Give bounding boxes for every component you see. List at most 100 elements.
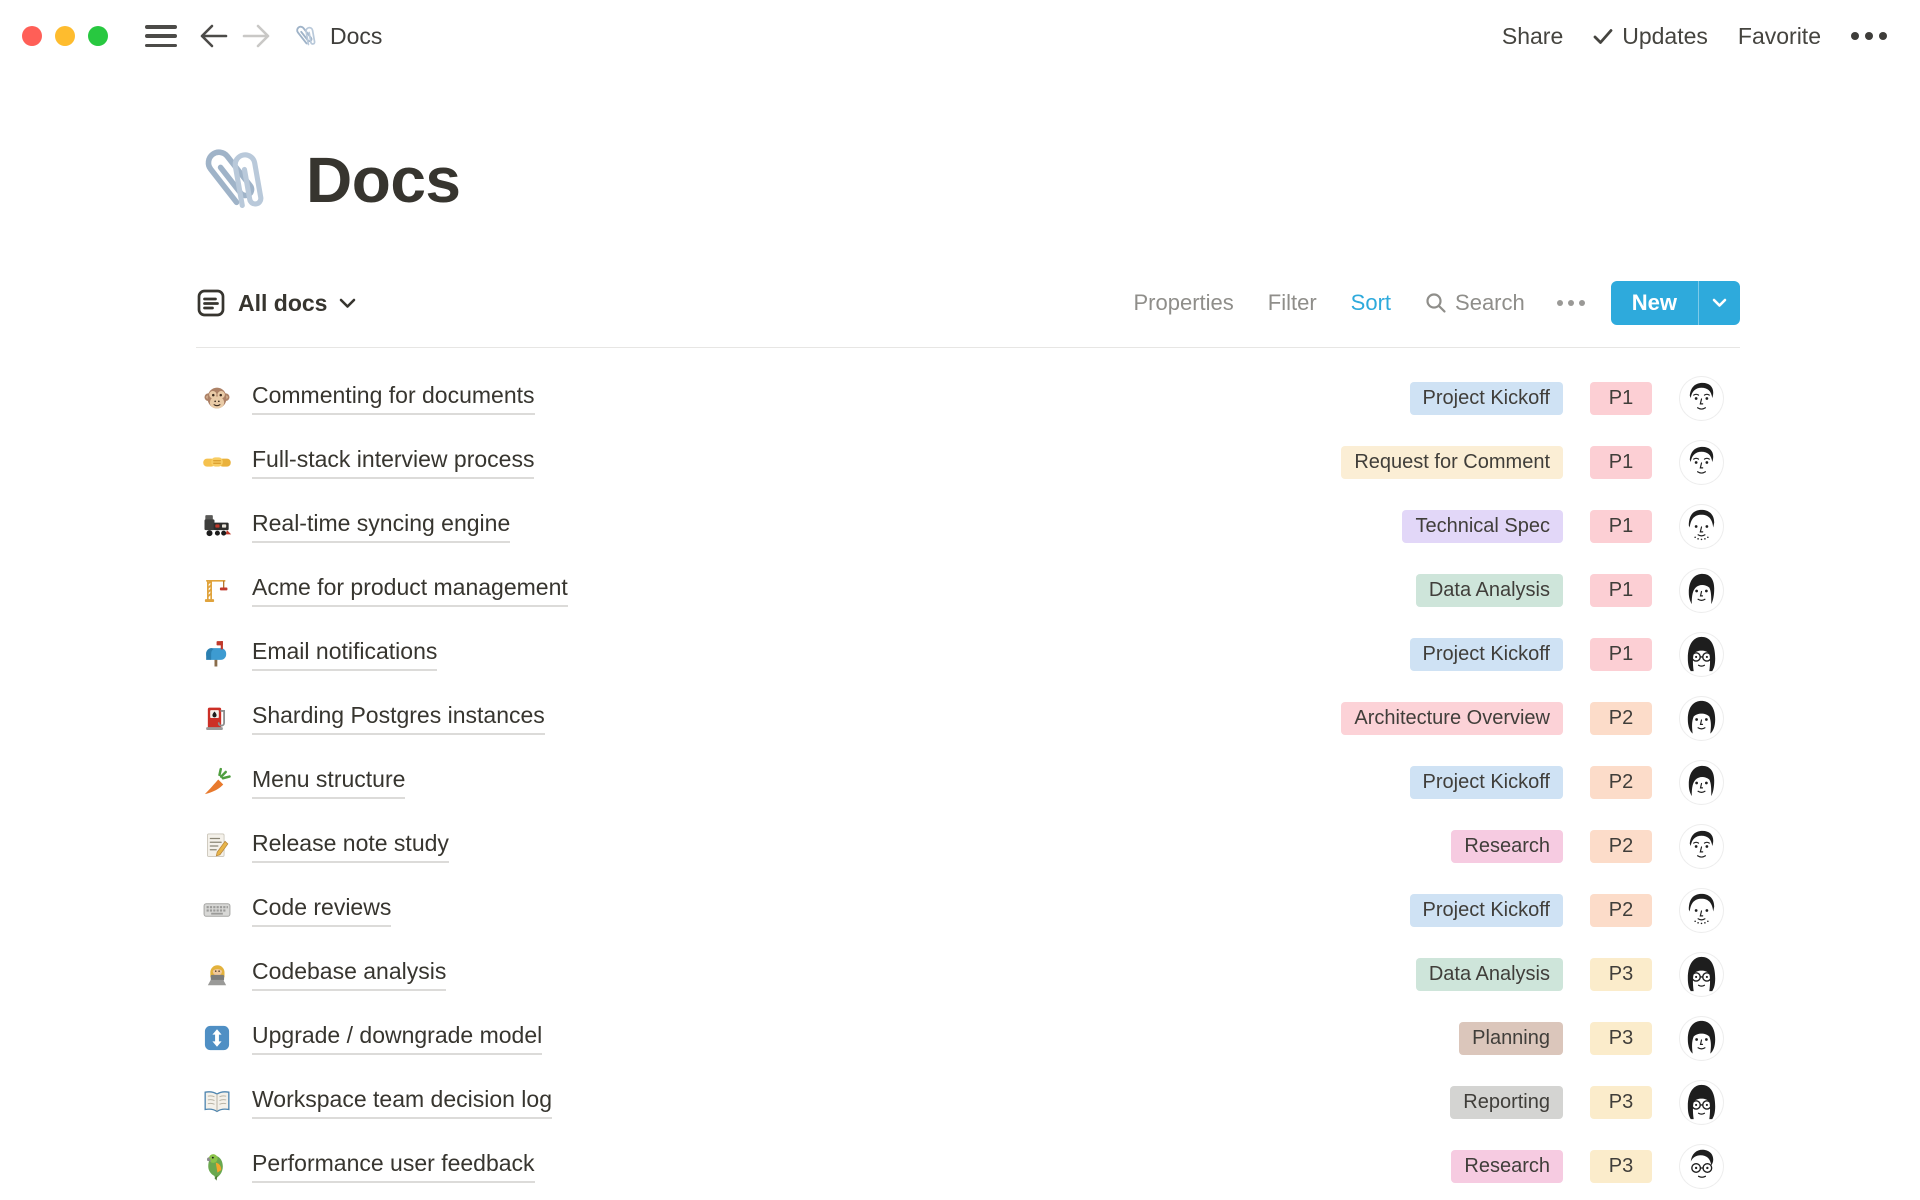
search-button[interactable]: Search bbox=[1425, 290, 1525, 316]
doc-title-link[interactable]: Release note study bbox=[252, 830, 449, 863]
updates-button[interactable]: Updates bbox=[1593, 23, 1708, 50]
doc-type-tag[interactable]: Research bbox=[1451, 830, 1563, 863]
traffic-light-close[interactable] bbox=[22, 26, 42, 46]
mailbox-icon bbox=[202, 639, 236, 669]
hamburger-menu-icon[interactable] bbox=[145, 25, 177, 47]
doc-type-tag[interactable]: Data Analysis bbox=[1416, 574, 1563, 607]
priority-badge[interactable]: P3 bbox=[1590, 958, 1652, 991]
up-down-arrow-icon bbox=[202, 1023, 236, 1053]
priority-badge[interactable]: P3 bbox=[1590, 1086, 1652, 1119]
priority-badge[interactable]: P1 bbox=[1590, 382, 1652, 415]
carrot-icon bbox=[202, 767, 236, 797]
open-book-icon bbox=[202, 1087, 236, 1117]
doc-title-link[interactable]: Commenting for documents bbox=[252, 382, 535, 415]
share-button[interactable]: Share bbox=[1502, 23, 1563, 50]
doc-title-link[interactable]: Full-stack interview process bbox=[252, 446, 534, 479]
table-row: Email notifications Project Kickoff P1 bbox=[196, 622, 1740, 686]
doc-title-link[interactable]: Code reviews bbox=[252, 894, 391, 927]
assignee-avatar[interactable] bbox=[1680, 697, 1723, 740]
table-row: Workspace team decision log Reporting P3 bbox=[196, 1070, 1740, 1134]
doc-type-tag[interactable]: Planning bbox=[1459, 1022, 1563, 1055]
assignee-avatar[interactable] bbox=[1680, 1081, 1723, 1124]
assignee-avatar[interactable] bbox=[1680, 889, 1723, 932]
favorite-button[interactable]: Favorite bbox=[1738, 23, 1821, 50]
doc-title-link[interactable]: Workspace team decision log bbox=[252, 1086, 552, 1119]
priority-badge[interactable]: P1 bbox=[1590, 638, 1652, 671]
back-arrow-icon[interactable] bbox=[197, 19, 231, 53]
assignee-avatar[interactable] bbox=[1680, 633, 1723, 676]
doc-type-tag[interactable]: Project Kickoff bbox=[1410, 382, 1563, 415]
view-label: All docs bbox=[238, 290, 327, 317]
doc-title-link[interactable]: Sharding Postgres instances bbox=[252, 702, 545, 735]
table-row: Menu structure Project Kickoff P2 bbox=[196, 750, 1740, 814]
doc-type-tag[interactable]: Reporting bbox=[1450, 1086, 1563, 1119]
doc-type-tag[interactable]: Technical Spec bbox=[1402, 510, 1563, 543]
forward-arrow-icon[interactable] bbox=[239, 19, 273, 53]
table-row: Release note study Research P2 bbox=[196, 814, 1740, 878]
table-row: Code reviews Project Kickoff P2 bbox=[196, 878, 1740, 942]
new-button[interactable]: New bbox=[1611, 281, 1740, 325]
assignee-avatar[interactable] bbox=[1680, 1017, 1723, 1060]
doc-title-link[interactable]: Upgrade / downgrade model bbox=[252, 1022, 542, 1055]
view-more-options-icon[interactable] bbox=[1557, 300, 1585, 306]
memo-icon bbox=[202, 831, 236, 861]
doc-type-tag[interactable]: Research bbox=[1451, 1150, 1563, 1183]
monkey-face-icon bbox=[202, 383, 236, 413]
doc-type-tag[interactable]: Data Analysis bbox=[1416, 958, 1563, 991]
fuel-pump-icon bbox=[202, 703, 236, 733]
doc-title-link[interactable]: Email notifications bbox=[252, 638, 437, 671]
properties-button[interactable]: Properties bbox=[1134, 290, 1234, 316]
page-title[interactable]: Docs bbox=[306, 143, 461, 217]
assignee-avatar[interactable] bbox=[1680, 505, 1723, 548]
docs-table: Commenting for documents Project Kickoff… bbox=[196, 366, 1740, 1198]
priority-badge[interactable]: P2 bbox=[1590, 894, 1652, 927]
priority-badge[interactable]: P1 bbox=[1590, 446, 1652, 479]
table-row: Codebase analysis Data Analysis P3 bbox=[196, 942, 1740, 1006]
doc-type-tag[interactable]: Project Kickoff bbox=[1410, 638, 1563, 671]
page-header: Docs bbox=[196, 138, 461, 222]
doc-type-tag[interactable]: Request for Comment bbox=[1341, 446, 1563, 479]
assignee-avatar[interactable] bbox=[1680, 441, 1723, 484]
priority-badge[interactable]: P2 bbox=[1590, 830, 1652, 863]
view-toolbar: All docs Properties Filter Sort Search N… bbox=[196, 279, 1740, 327]
chevron-down-icon bbox=[1712, 298, 1727, 308]
doc-title-link[interactable]: Acme for product management bbox=[252, 574, 568, 607]
chevron-down-icon bbox=[339, 298, 356, 309]
priority-badge[interactable]: P3 bbox=[1590, 1150, 1652, 1183]
doc-title-link[interactable]: Codebase analysis bbox=[252, 958, 446, 991]
assignee-avatar[interactable] bbox=[1680, 569, 1723, 612]
doc-type-tag[interactable]: Project Kickoff bbox=[1410, 766, 1563, 799]
sort-button[interactable]: Sort bbox=[1351, 290, 1391, 316]
priority-badge[interactable]: P3 bbox=[1590, 1022, 1652, 1055]
new-button-dropdown[interactable] bbox=[1699, 281, 1740, 325]
traffic-light-zoom[interactable] bbox=[88, 26, 108, 46]
assignee-avatar[interactable] bbox=[1680, 1145, 1723, 1188]
priority-badge[interactable]: P1 bbox=[1590, 574, 1652, 607]
window-titlebar: Docs Share Updates Favorite bbox=[0, 0, 1920, 72]
priority-badge[interactable]: P2 bbox=[1590, 702, 1652, 735]
assignee-avatar[interactable] bbox=[1680, 825, 1723, 868]
filter-button[interactable]: Filter bbox=[1268, 290, 1317, 316]
table-row: Upgrade / downgrade model Planning P3 bbox=[196, 1006, 1740, 1070]
priority-badge[interactable]: P2 bbox=[1590, 766, 1652, 799]
page-icon-linked-paperclips[interactable] bbox=[196, 138, 280, 222]
assignee-avatar[interactable] bbox=[1680, 761, 1723, 804]
priority-badge[interactable]: P1 bbox=[1590, 510, 1652, 543]
view-switcher-all-docs[interactable]: All docs bbox=[196, 288, 356, 318]
doc-type-tag[interactable]: Project Kickoff bbox=[1410, 894, 1563, 927]
traffic-light-minimize[interactable] bbox=[55, 26, 75, 46]
checkmark-icon bbox=[1593, 28, 1613, 45]
woman-technologist-icon bbox=[202, 959, 236, 989]
table-row: Acme for product management Data Analysi… bbox=[196, 558, 1740, 622]
doc-title-link[interactable]: Real-time syncing engine bbox=[252, 510, 510, 543]
more-options-icon[interactable] bbox=[1851, 32, 1887, 40]
doc-title-link[interactable]: Performance user feedback bbox=[252, 1150, 535, 1183]
building-construction-icon bbox=[202, 575, 236, 605]
doc-title-link[interactable]: Menu structure bbox=[252, 766, 405, 799]
table-row: Performance user feedback Research P3 bbox=[196, 1134, 1740, 1198]
search-icon bbox=[1425, 292, 1447, 314]
assignee-avatar[interactable] bbox=[1680, 377, 1723, 420]
doc-type-tag[interactable]: Architecture Overview bbox=[1341, 702, 1563, 735]
table-row: Sharding Postgres instances Architecture… bbox=[196, 686, 1740, 750]
assignee-avatar[interactable] bbox=[1680, 953, 1723, 996]
